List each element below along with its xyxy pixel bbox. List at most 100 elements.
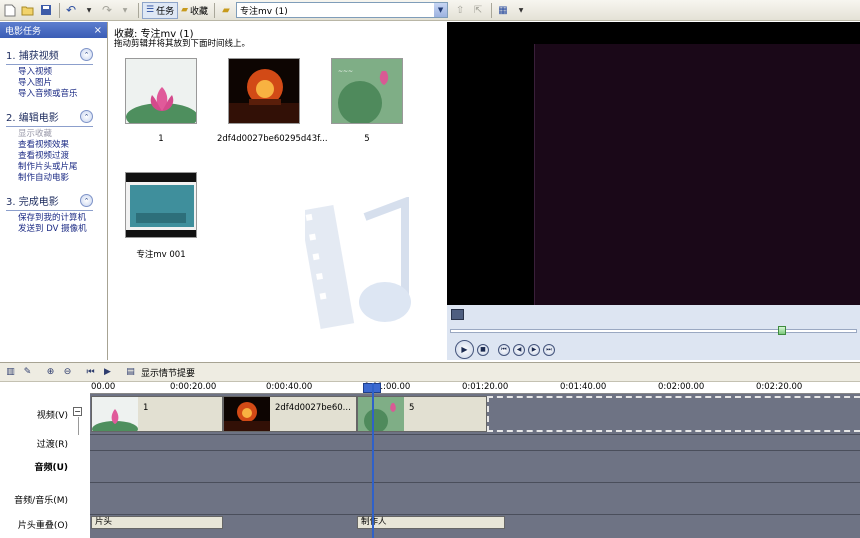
tasks-button[interactable]: ☰ 任务 bbox=[142, 1, 179, 19]
open-project-icon[interactable] bbox=[20, 2, 36, 19]
playhead[interactable] bbox=[372, 383, 374, 538]
views-icon[interactable]: ▦ bbox=[495, 2, 511, 19]
clip-thumbnail bbox=[224, 397, 270, 431]
new-project-icon[interactable] bbox=[2, 2, 18, 19]
task-link-automovie[interactable]: 制作自动电影 bbox=[6, 173, 107, 184]
toolbar-separator bbox=[214, 2, 216, 18]
toolbar-separator bbox=[59, 2, 60, 18]
expand-collapse-icon[interactable]: − bbox=[73, 407, 82, 416]
split-clip-icon[interactable] bbox=[451, 309, 464, 320]
save-icon[interactable] bbox=[38, 2, 54, 19]
track-label-title-overlay[interactable]: 片头重叠(O) bbox=[0, 518, 90, 531]
track-divider bbox=[90, 450, 860, 451]
collection-folder-icon: ▰ bbox=[222, 4, 230, 16]
clip-thumbnail[interactable] bbox=[125, 172, 197, 238]
rewind-icon[interactable]: ◀ bbox=[513, 343, 525, 356]
rewind-timeline-icon[interactable]: ⏮ bbox=[84, 366, 97, 379]
zoom-out-icon[interactable]: ⊖ bbox=[61, 366, 74, 379]
undo-dropdown-icon[interactable]: ▼ bbox=[81, 2, 97, 19]
clip-thumbnail[interactable] bbox=[228, 58, 300, 124]
clip-name: 5 bbox=[409, 403, 415, 413]
previous-frame-icon[interactable]: ⏮ bbox=[498, 343, 510, 356]
task-link-make-titles[interactable]: 制作片头或片尾 bbox=[6, 162, 107, 173]
seek-handle[interactable] bbox=[778, 326, 786, 335]
task-link-show-collections[interactable]: 显示收藏 bbox=[6, 129, 107, 140]
task-section-title[interactable]: 3. 完成电影 ⌃ bbox=[6, 193, 107, 208]
collapse-icon[interactable]: ⌃ bbox=[80, 48, 93, 61]
title-overlay-clip[interactable]: 制作人 bbox=[357, 516, 505, 529]
task-link-send-to-dv[interactable]: 发送到 DV 摄像机 bbox=[6, 224, 107, 235]
clip-caption: 5 bbox=[364, 134, 370, 144]
redo-icon[interactable]: ↷ bbox=[99, 2, 115, 19]
redo-dropdown-icon[interactable]: ▼ bbox=[117, 2, 133, 19]
task-link-view-effects[interactable]: 查看视频效果 bbox=[6, 140, 107, 151]
section-divider bbox=[6, 64, 93, 65]
clip-thumbnail[interactable] bbox=[125, 58, 197, 124]
task-section-title[interactable]: 1. 捕获视频 ⌃ bbox=[6, 47, 107, 62]
track-label-audio[interactable]: 音频(U) bbox=[0, 460, 90, 473]
section-divider bbox=[6, 210, 93, 211]
timeline-video-clip[interactable]: 1 bbox=[91, 396, 223, 432]
collections-label: 收藏 bbox=[190, 6, 209, 17]
main-toolbar: ↶ ▼ ↷ ▼ ☰ 任务 ▰ 收藏 ▰ 专注mv (1) ▼ ⇧ ⇱ ▦ ▼ bbox=[0, 0, 860, 21]
views-dropdown-icon[interactable]: ▼ bbox=[513, 2, 529, 19]
play-timeline-icon[interactable]: ▶ bbox=[101, 366, 114, 379]
track-label-audio-music[interactable]: 音频/音乐(M) bbox=[0, 493, 90, 506]
collection-clip[interactable]: 2df4d0027be60295d43f... bbox=[217, 58, 328, 144]
collection-hint: 拖动剪辑并将其放到下面时间线上。 bbox=[114, 39, 251, 49]
collection-select[interactable]: 专注mv (1) ▼ bbox=[236, 2, 449, 18]
task-pane-title: 电影任务 bbox=[5, 26, 42, 37]
title-overlay-clip[interactable]: 片头 bbox=[91, 516, 223, 529]
zoom-in-icon[interactable]: ⊕ bbox=[44, 366, 57, 379]
play-icon[interactable]: ▶ bbox=[455, 340, 474, 359]
chevron-down-icon[interactable]: ▼ bbox=[434, 3, 448, 17]
seek-bar[interactable] bbox=[450, 329, 857, 333]
folder-icon: ▰ bbox=[181, 5, 189, 15]
collection-pane: 收藏: 专注mv (1) 拖动剪辑并将其放到下面时间线上。 1 2df4d002… bbox=[110, 22, 446, 360]
new-collection-folder-icon[interactable]: ⇱ bbox=[470, 2, 486, 19]
collection-clip[interactable]: ~~~ 5 bbox=[320, 58, 414, 144]
task-link-import-video[interactable]: 导入视频 bbox=[6, 67, 107, 78]
collections-button[interactable]: ▰ 收藏 bbox=[178, 2, 211, 19]
drop-target-outline[interactable] bbox=[487, 396, 860, 432]
task-link-import-pictures[interactable]: 导入图片 bbox=[6, 78, 107, 89]
stop-icon[interactable]: ■ bbox=[477, 343, 489, 356]
movie-tasks-pane: 电影任务 × 1. 捕获视频 ⌃ 导入视频 导入图片 导入音频或音乐 2. 编辑… bbox=[0, 22, 108, 360]
task-link-import-audio[interactable]: 导入音频或音乐 bbox=[6, 89, 107, 100]
preview-monitor: ▶ ■ ⏮ ◀ ▶ ⏭ bbox=[447, 22, 860, 360]
undo-icon[interactable]: ↶ bbox=[63, 2, 79, 19]
clip-caption: 2df4d0027be60295d43f... bbox=[217, 134, 328, 144]
task-link-save-to-computer[interactable]: 保存到我的计算机 bbox=[6, 213, 107, 224]
narrate-timeline-icon[interactable]: ✎ bbox=[21, 366, 34, 379]
up-one-level-icon[interactable]: ⇧ bbox=[452, 2, 468, 19]
clip-caption: 专注mv 001 bbox=[136, 250, 186, 260]
preview-controls: ▶ ■ ⏮ ◀ ▶ ⏭ bbox=[447, 305, 860, 360]
close-icon[interactable]: × bbox=[94, 25, 102, 36]
timeline-video-clip[interactable]: 2df4d0027be60... bbox=[223, 396, 357, 432]
ruler-tick: 0:00:20.00 bbox=[170, 382, 217, 392]
clip-caption: 1 bbox=[158, 134, 164, 144]
forward-icon[interactable]: ▶ bbox=[528, 343, 540, 356]
track-divider bbox=[90, 482, 860, 483]
task-section-title[interactable]: 2. 编辑电影 ⌃ bbox=[6, 109, 107, 124]
clip-thumbnail bbox=[92, 397, 138, 431]
track-label-transition[interactable]: 过渡(R) bbox=[0, 437, 90, 450]
timeline-tracks[interactable]: 1 2df4d0027be60... 5 片头 制作人 bbox=[90, 394, 860, 538]
storyboard-icon[interactable]: ▤ bbox=[124, 366, 137, 379]
show-storyboard-label[interactable]: 显示情节提要 bbox=[141, 366, 195, 379]
svg-text:~~~: ~~~ bbox=[338, 68, 353, 75]
collapse-icon[interactable]: ⌃ bbox=[80, 194, 93, 207]
set-audio-levels-icon[interactable]: ▥ bbox=[4, 366, 17, 379]
timeline-ruler[interactable]: 00.00 0:00:20.00 0:00:40.00 0:01:00.00 0… bbox=[90, 382, 860, 394]
task-link-view-transitions[interactable]: 查看视频过渡 bbox=[6, 151, 107, 162]
timeline-video-clip[interactable]: 5 bbox=[357, 396, 487, 432]
section-divider bbox=[6, 126, 93, 127]
next-frame-icon[interactable]: ⏭ bbox=[543, 343, 555, 356]
task-section-edit: 2. 编辑电影 ⌃ 显示收藏 查看视频效果 查看视频过渡 制作片头或片尾 制作自… bbox=[0, 109, 107, 184]
collection-clip[interactable]: 专注mv 001 bbox=[114, 172, 208, 260]
clip-thumbnail[interactable]: ~~~ bbox=[331, 58, 403, 124]
ruler-tick: 0:01:20.00 bbox=[462, 382, 509, 392]
ruler-tick: 0:02:00.00 bbox=[658, 382, 705, 392]
collapse-icon[interactable]: ⌃ bbox=[80, 110, 93, 123]
collection-clip[interactable]: 1 bbox=[114, 58, 208, 144]
